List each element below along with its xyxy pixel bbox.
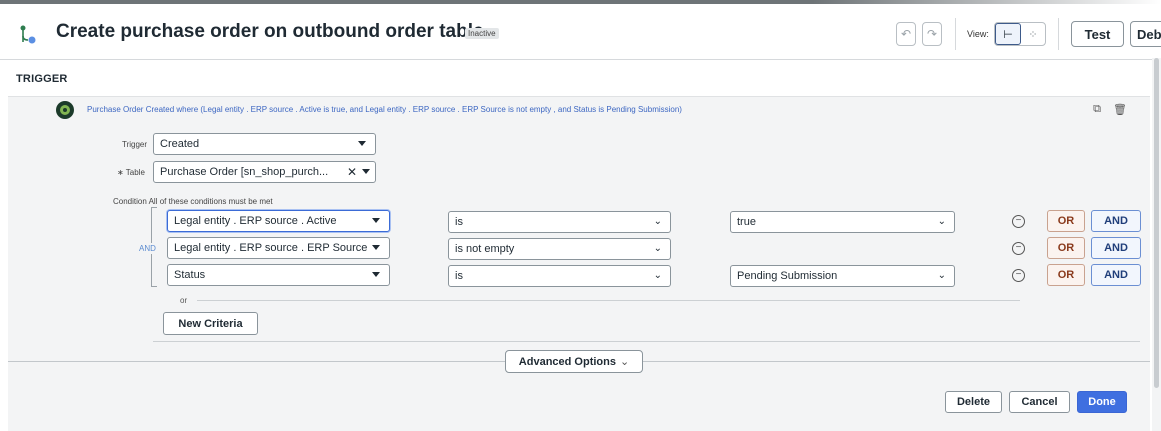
grid-view-icon[interactable]: ⁘ <box>1021 23 1045 45</box>
condition-operator-value: is <box>455 216 463 228</box>
divider <box>153 341 1140 342</box>
caret-down-icon <box>362 169 370 174</box>
trigger-select-value: Created <box>160 138 200 150</box>
delete-button[interactable]: Delete <box>945 391 1002 413</box>
condition-operator-select[interactable]: is ⌄ <box>448 265 671 287</box>
view-toggle[interactable]: ⊢ ⁘ <box>994 22 1046 46</box>
condition-field-value: Status <box>174 269 206 281</box>
chevron-down-icon: ⌄ <box>653 216 662 227</box>
or-button[interactable]: OR <box>1047 237 1085 259</box>
remove-condition-icon[interactable]: − <box>1012 242 1025 255</box>
condition-field-value: Legal entity . ERP source . Active <box>174 215 337 227</box>
cancel-button[interactable]: Cancel <box>1009 391 1070 413</box>
redo-button[interactable]: ↷ <box>922 22 942 46</box>
condition-value: Pending Submission <box>737 270 838 282</box>
caret-down-icon <box>372 245 380 250</box>
condition-operator-select[interactable]: is ⌄ <box>448 211 671 233</box>
chevron-down-icon: ⌄ <box>937 270 946 281</box>
table-label: ∗ Table <box>117 168 145 177</box>
undo-button[interactable]: ↶ <box>896 22 916 46</box>
flow-icon <box>20 25 36 44</box>
caret-down-icon <box>358 141 366 146</box>
scrollbar[interactable] <box>1152 58 1161 431</box>
condition-operator-value: is <box>455 270 463 282</box>
tree-view-icon[interactable]: ⊢ <box>995 23 1021 45</box>
trigger-select[interactable]: Created <box>153 133 376 155</box>
table-select-value: Purchase Order [sn_shop_purch... <box>160 166 329 178</box>
condition-field-select[interactable]: Legal entity . ERP source . Active <box>167 210 390 232</box>
condition-operator-value: is not empty <box>455 243 515 255</box>
chevron-down-icon: ⌄ <box>619 356 630 368</box>
condition-hint: All of these conditions must be met <box>148 197 273 206</box>
trigger-summary[interactable]: Purchase Order Created where (Legal enti… <box>87 105 682 114</box>
or-separator: or <box>180 296 188 305</box>
trigger-icon <box>56 101 74 119</box>
chevron-down-icon: ⌄ <box>653 243 662 254</box>
condition-label: Condition All of these conditions must b… <box>113 197 273 206</box>
condition-value: true <box>737 216 756 228</box>
advanced-options-button[interactable]: Advanced Options ⌄ <box>505 350 643 373</box>
status-badge: Inactive <box>465 28 499 39</box>
condition-field-value: Legal entity . ERP source . ERP Source <box>174 242 368 254</box>
new-criteria-button[interactable]: New Criteria <box>163 312 258 335</box>
condition-label-text: Condition <box>113 197 147 206</box>
condition-value-select[interactable]: Pending Submission ⌄ <box>730 265 955 287</box>
section-heading: TRIGGER <box>16 73 68 85</box>
view-label: View: <box>967 29 989 39</box>
scrollbar-thumb[interactable] <box>1154 58 1159 388</box>
condition-operator-select[interactable]: is not empty ⌄ <box>448 238 671 260</box>
condition-field-select[interactable]: Legal entity . ERP source . ERP Source <box>167 237 390 259</box>
chevron-down-icon: ⌄ <box>937 216 946 227</box>
divider <box>1058 18 1059 50</box>
caret-down-icon <box>372 218 380 223</box>
advanced-options-label: Advanced Options <box>518 355 616 368</box>
debug-button[interactable]: Debu <box>1130 21 1161 47</box>
and-button[interactable]: AND <box>1091 264 1141 286</box>
and-label: AND <box>137 243 158 254</box>
done-button[interactable]: Done <box>1077 391 1127 413</box>
remove-condition-icon[interactable]: − <box>1012 269 1025 282</box>
trash-icon[interactable]: 🗑 <box>1113 102 1127 116</box>
and-button[interactable]: AND <box>1091 210 1141 232</box>
undo-icon: ↶ <box>900 27 912 41</box>
or-button[interactable]: OR <box>1047 264 1085 286</box>
remove-condition-icon[interactable]: − <box>1012 215 1025 228</box>
copy-icon[interactable]: ⧉ <box>1090 102 1104 116</box>
chevron-down-icon: ⌄ <box>653 270 662 281</box>
redo-icon: ↷ <box>926 27 938 41</box>
divider <box>955 18 956 50</box>
condition-field-select[interactable]: Status <box>167 264 390 286</box>
page-title: Create purchase order on outbound order … <box>56 21 484 42</box>
caret-down-icon <box>372 272 380 277</box>
trigger-label: Trigger <box>122 140 148 149</box>
condition-value-select[interactable]: true ⌄ <box>730 211 955 233</box>
or-divider <box>197 300 1020 301</box>
flow-header: Create purchase order on outbound order … <box>0 4 1161 60</box>
or-button[interactable]: OR <box>1047 210 1085 232</box>
table-select[interactable]: Purchase Order [sn_shop_purch... ✕ <box>153 161 376 183</box>
and-button[interactable]: AND <box>1091 237 1141 259</box>
test-button[interactable]: Test <box>1071 21 1124 47</box>
clear-icon[interactable]: ✕ <box>347 165 357 179</box>
